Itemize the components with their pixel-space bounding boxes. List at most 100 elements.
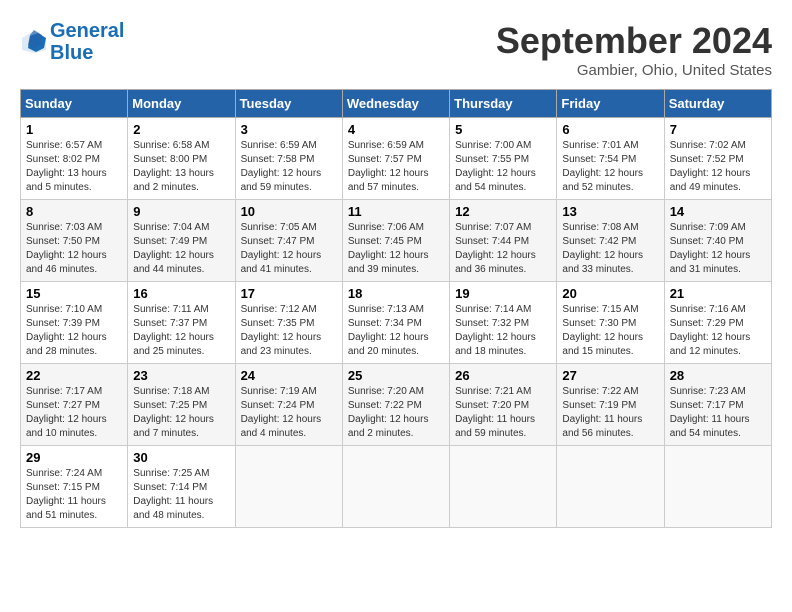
day-info: Sunrise: 7:00 AMSunset: 7:55 PMDaylight:… xyxy=(455,139,551,195)
calendar-cell: 17 Sunrise: 7:12 AMSunset: 7:35 PMDayligh… xyxy=(235,282,342,364)
calendar-cell: 10 Sunrise: 7:05 AMSunset: 7:47 PMDayligh… xyxy=(235,200,342,282)
calendar-day-header: Friday xyxy=(557,90,664,118)
calendar-week-row: 29Sunrise: 7:24 AMSunset: 7:15 PMDayligh… xyxy=(21,446,772,528)
calendar-cell: 6Sunrise: 7:01 AMSunset: 7:54 PMDaylight… xyxy=(557,118,664,200)
calendar-cell: 4Sunrise: 6:59 AMSunset: 7:57 PMDaylight… xyxy=(342,118,449,200)
day-number: 7 xyxy=(670,122,766,137)
day-info: Sunrise: 7:04 AMSunset: 7:49 PMDaylight:… xyxy=(133,221,229,277)
day-info: Sunrise: 7:23 AMSunset: 7:17 PMDaylight:… xyxy=(670,385,766,441)
calendar-cell: 21Sunrise: 7:16 AMSunset: 7:29 PMDayligh… xyxy=(664,282,771,364)
day-info: Sunrise: 7:22 AMSunset: 7:19 PMDaylight:… xyxy=(562,385,658,441)
day-info: Sunrise: 7:05 AMSunset: 7:47 PMDaylight:… xyxy=(241,221,337,277)
calendar-cell: 26 Sunrise: 7:21 AMSunset: 7:20 PMDayligh… xyxy=(450,364,557,446)
calendar-day-header: Tuesday xyxy=(235,90,342,118)
calendar-cell: 19Sunrise: 7:14 AMSunset: 7:32 PMDayligh… xyxy=(450,282,557,364)
calendar-cell: 20 Sunrise: 7:15 AMSunset: 7:30 PMDayligh… xyxy=(557,282,664,364)
day-info: Sunrise: 7:08 AMSunset: 7:42 PMDaylight:… xyxy=(562,221,658,277)
page-header: General Blue September 2024 Gambier, Ohi… xyxy=(20,20,772,79)
calendar-cell: 15Sunrise: 7:10 AMSunset: 7:39 PMDayligh… xyxy=(21,282,128,364)
day-number: 2 xyxy=(133,122,229,137)
day-info: Sunrise: 6:57 AMSunset: 8:02 PMDaylight:… xyxy=(26,139,122,195)
day-number: 20 xyxy=(562,286,658,301)
day-info: Sunrise: 7:13 AMSunset: 7:34 PMDaylight:… xyxy=(348,303,444,359)
day-info: Sunrise: 7:11 AMSunset: 7:37 PMDaylight:… xyxy=(133,303,229,359)
day-info: Sunrise: 7:02 AMSunset: 7:52 PMDaylight:… xyxy=(670,139,766,195)
day-number: 9 xyxy=(133,204,229,219)
day-number: 25 xyxy=(348,368,444,383)
day-number: 23 xyxy=(133,368,229,383)
calendar-cell: 22Sunrise: 7:17 AMSunset: 7:27 PMDayligh… xyxy=(21,364,128,446)
calendar-week-row: 1 Sunrise: 6:57 AMSunset: 8:02 PMDaylight… xyxy=(21,118,772,200)
calendar-cell: 29Sunrise: 7:24 AMSunset: 7:15 PMDayligh… xyxy=(21,446,128,528)
calendar-week-row: 22Sunrise: 7:17 AMSunset: 7:27 PMDayligh… xyxy=(21,364,772,446)
day-number: 22 xyxy=(26,368,122,383)
calendar-cell xyxy=(342,446,449,528)
calendar-day-header: Monday xyxy=(128,90,235,118)
day-number: 11 xyxy=(348,204,444,219)
day-number: 26 xyxy=(455,368,551,383)
day-number: 18 xyxy=(348,286,444,301)
day-info: Sunrise: 7:25 AMSunset: 7:14 PMDaylight:… xyxy=(133,467,229,523)
calendar-cell: 12 Sunrise: 7:07 AMSunset: 7:44 PMDayligh… xyxy=(450,200,557,282)
day-info: Sunrise: 7:20 AMSunset: 7:22 PMDaylight:… xyxy=(348,385,444,441)
day-number: 1 xyxy=(26,122,122,137)
calendar-cell: 3 Sunrise: 6:59 AMSunset: 7:58 PMDaylight… xyxy=(235,118,342,200)
logo-line1: General xyxy=(50,20,124,42)
day-info: Sunrise: 7:07 AMSunset: 7:44 PMDaylight:… xyxy=(455,221,551,277)
day-info: Sunrise: 7:24 AMSunset: 7:15 PMDaylight:… xyxy=(26,467,122,523)
logo-line2: Blue xyxy=(50,42,124,64)
calendar-cell: 14Sunrise: 7:09 AMSunset: 7:40 PMDayligh… xyxy=(664,200,771,282)
day-info: Sunrise: 7:18 AMSunset: 7:25 PMDaylight:… xyxy=(133,385,229,441)
day-info: Sunrise: 7:09 AMSunset: 7:40 PMDaylight:… xyxy=(670,221,766,277)
calendar-cell: 24Sunrise: 7:19 AMSunset: 7:24 PMDayligh… xyxy=(235,364,342,446)
day-number: 27 xyxy=(562,368,658,383)
calendar-cell: 23 Sunrise: 7:18 AMSunset: 7:25 PMDayligh… xyxy=(128,364,235,446)
calendar-cell: 28Sunrise: 7:23 AMSunset: 7:17 PMDayligh… xyxy=(664,364,771,446)
day-number: 12 xyxy=(455,204,551,219)
day-info: Sunrise: 7:15 AMSunset: 7:30 PMDaylight:… xyxy=(562,303,658,359)
calendar-week-row: 8 Sunrise: 7:03 AMSunset: 7:50 PMDaylight… xyxy=(21,200,772,282)
day-info: Sunrise: 7:12 AMSunset: 7:35 PMDaylight:… xyxy=(241,303,337,359)
day-number: 30 xyxy=(133,450,229,465)
calendar-cell: 9 Sunrise: 7:04 AMSunset: 7:49 PMDaylight… xyxy=(128,200,235,282)
calendar-day-header: Saturday xyxy=(664,90,771,118)
calendar-table: SundayMondayTuesdayWednesdayThursdayFrid… xyxy=(20,89,772,528)
day-number: 17 xyxy=(241,286,337,301)
day-number: 4 xyxy=(348,122,444,137)
calendar-cell: 27 Sunrise: 7:22 AMSunset: 7:19 PMDayligh… xyxy=(557,364,664,446)
day-number: 3 xyxy=(241,122,337,137)
day-number: 8 xyxy=(26,204,122,219)
calendar-cell: 13 Sunrise: 7:08 AMSunset: 7:42 PMDayligh… xyxy=(557,200,664,282)
calendar-cell: 2 Sunrise: 6:58 AMSunset: 8:00 PMDaylight… xyxy=(128,118,235,200)
day-number: 13 xyxy=(562,204,658,219)
day-number: 10 xyxy=(241,204,337,219)
day-number: 21 xyxy=(670,286,766,301)
logo: General Blue xyxy=(20,20,124,64)
calendar-week-row: 15Sunrise: 7:10 AMSunset: 7:39 PMDayligh… xyxy=(21,282,772,364)
calendar-cell xyxy=(557,446,664,528)
day-info: Sunrise: 6:59 AMSunset: 7:58 PMDaylight:… xyxy=(241,139,337,195)
logo-icon xyxy=(20,28,48,56)
day-info: Sunrise: 7:03 AMSunset: 7:50 PMDaylight:… xyxy=(26,221,122,277)
calendar-day-header: Sunday xyxy=(21,90,128,118)
page-title: September 2024 xyxy=(496,20,772,62)
calendar-cell: 25 Sunrise: 7:20 AMSunset: 7:22 PMDayligh… xyxy=(342,364,449,446)
calendar-header-row: SundayMondayTuesdayWednesdayThursdayFrid… xyxy=(21,90,772,118)
calendar-cell: 8 Sunrise: 7:03 AMSunset: 7:50 PMDaylight… xyxy=(21,200,128,282)
calendar-cell xyxy=(664,446,771,528)
day-info: Sunrise: 7:21 AMSunset: 7:20 PMDaylight:… xyxy=(455,385,551,441)
calendar-cell: 16 Sunrise: 7:11 AMSunset: 7:37 PMDayligh… xyxy=(128,282,235,364)
calendar-cell: 1 Sunrise: 6:57 AMSunset: 8:02 PMDaylight… xyxy=(21,118,128,200)
day-info: Sunrise: 6:58 AMSunset: 8:00 PMDaylight:… xyxy=(133,139,229,195)
day-number: 6 xyxy=(562,122,658,137)
calendar-body: 1 Sunrise: 6:57 AMSunset: 8:02 PMDaylight… xyxy=(21,118,772,528)
day-number: 16 xyxy=(133,286,229,301)
day-info: Sunrise: 7:06 AMSunset: 7:45 PMDaylight:… xyxy=(348,221,444,277)
calendar-cell: 30 Sunrise: 7:25 AMSunset: 7:14 PMDayligh… xyxy=(128,446,235,528)
calendar-cell: 18 Sunrise: 7:13 AMSunset: 7:34 PMDayligh… xyxy=(342,282,449,364)
calendar-day-header: Thursday xyxy=(450,90,557,118)
calendar-cell xyxy=(450,446,557,528)
day-number: 24 xyxy=(241,368,337,383)
day-number: 5 xyxy=(455,122,551,137)
calendar-cell: 7 Sunrise: 7:02 AMSunset: 7:52 PMDaylight… xyxy=(664,118,771,200)
